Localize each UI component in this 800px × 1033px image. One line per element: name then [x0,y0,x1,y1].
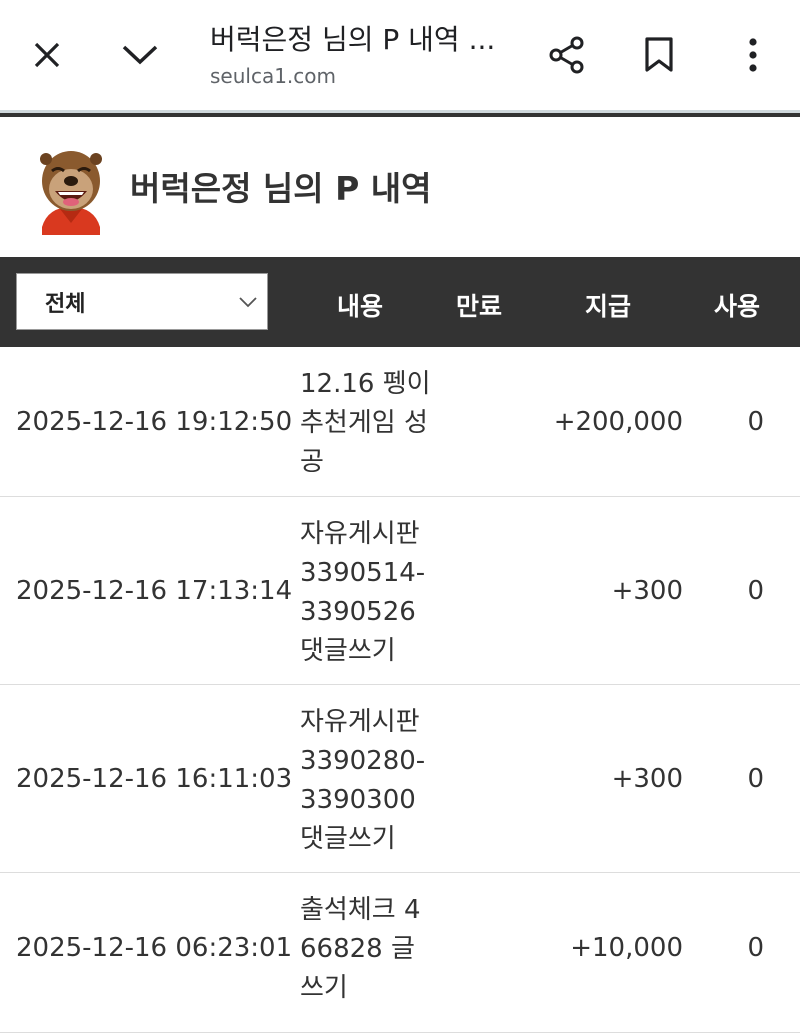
row-give: +10,000 [570,933,683,963]
otter-avatar [40,151,102,235]
page-title: 버럭은정 님의 P 내역 ... [210,23,496,56]
column-header-content: 내용 [337,292,384,321]
row-use: 0 [747,576,764,606]
table-row: 2025-12-16 16:11:03 자유게시판 3390280-339030… [0,685,800,873]
table-row: 2025-12-16 17:13:14 자유게시판 3390514-339052… [0,497,800,685]
row-date: 2025-12-16 16:11:03 [16,764,293,794]
chevron-down-icon [122,45,158,65]
row-content: 자유게시판 3390280-3390300 댓글쓰기 [300,707,426,854]
row-date: 2025-12-16 17:13:14 [16,576,293,606]
row-use: 0 [747,933,764,963]
table-row: 2025-12-16 06:23:01 출석체크 466828 글쓰기 +10,… [0,873,800,1033]
row-date: 2025-12-16 06:23:01 [16,933,293,963]
row-content: 12.16 펭이 추천게임 성공 [300,369,431,477]
bookmark-button[interactable] [634,30,684,80]
table-row: 2025-12-16 19:12:50 12.16 펭이 추천게임 성공 +20… [0,347,800,497]
column-header-give: 지급 [585,292,632,321]
bookmark-icon [645,37,673,72]
table-header: 전체 내용 만료 지급 사용 [0,257,800,347]
filter-select[interactable]: 전체 [16,273,268,330]
row-use: 0 [747,764,764,794]
more-vertical-icon [749,38,757,72]
row-content: 자유게시판 3390514-3390526 댓글쓰기 [300,519,426,666]
share-button[interactable] [542,30,592,80]
row-use: 0 [747,407,764,437]
profile-header: 버럭은정 님의 P 내역 [0,117,800,257]
points-history-title: 버럭은정 님의 P 내역 [130,169,432,208]
filter-select-value: 전체 [45,291,86,317]
row-give: +300 [611,576,683,606]
close-icon [34,42,60,68]
page-url: seulca1.com [210,64,337,88]
collapse-button[interactable] [115,30,165,80]
browser-toolbar: 버럭은정 님의 P 내역 ... seulca1.com [0,0,800,110]
close-button[interactable] [22,30,72,80]
column-header-use: 사용 [714,292,761,321]
row-date: 2025-12-16 19:12:50 [16,407,293,437]
row-content: 출석체크 466828 글쓰기 [300,895,421,1003]
more-options-button[interactable] [728,30,778,80]
chevron-down-icon [239,297,257,308]
row-give: +300 [611,764,683,794]
column-header-expire: 만료 [456,292,503,321]
share-icon [549,36,584,74]
row-give: +200,000 [553,407,683,437]
